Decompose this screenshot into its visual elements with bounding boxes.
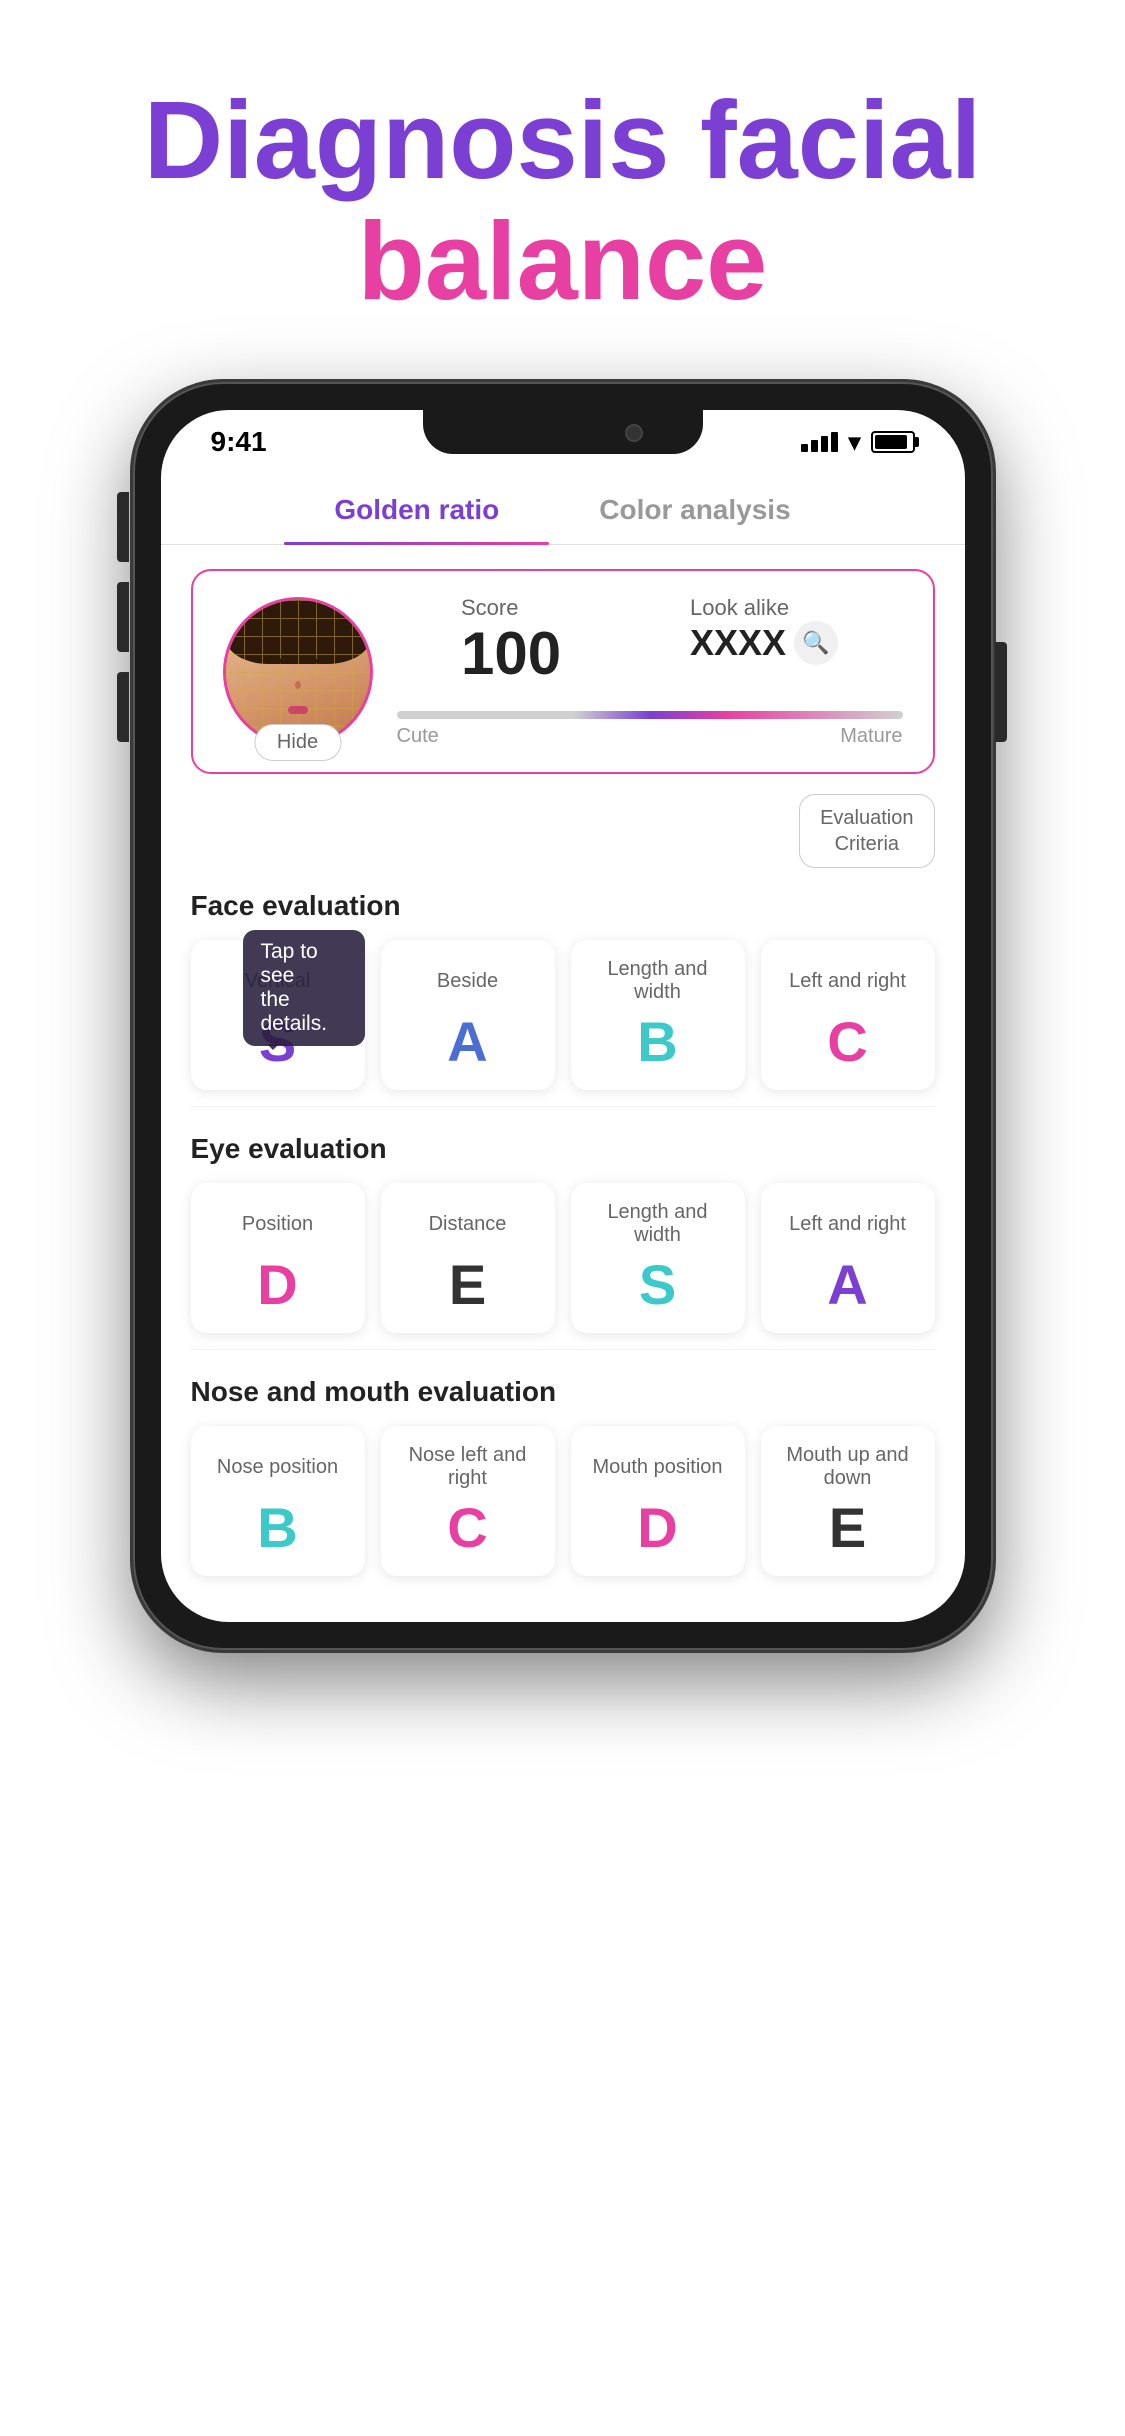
grade-card-eye-distance[interactable]: Distance E xyxy=(381,1183,555,1333)
eye-evaluation-title: Eye evaluation xyxy=(191,1133,935,1165)
grade-card-beside[interactable]: Beside A xyxy=(381,940,555,1090)
grade-card-length-width[interactable]: Length and width B xyxy=(571,940,745,1090)
look-alike-section: Look alike XXXX 🔍 xyxy=(690,595,838,687)
card-label-nose-position: Nose position xyxy=(217,1444,338,1490)
avatar-left-eye xyxy=(278,658,288,664)
face-evaluation-section: Face evaluation Tap to see the details. … xyxy=(161,874,965,1096)
grade-card-nose-left-right[interactable]: Nose left and right C xyxy=(381,1426,555,1576)
grade-card-eye-length-width[interactable]: Length and width S xyxy=(571,1183,745,1333)
mature-label: Mature xyxy=(840,725,902,748)
card-grade-eye-position: D xyxy=(257,1257,297,1313)
battery-icon xyxy=(871,431,915,453)
card-label-eye-length-width: Length and width xyxy=(587,1201,729,1247)
card-label-mouth-up-down: Mouth up and down xyxy=(777,1444,919,1490)
avatar-right-eye xyxy=(308,658,318,664)
avatar-container: Hide xyxy=(223,597,373,747)
search-button[interactable]: 🔍 xyxy=(794,621,838,665)
phone-screen: 9:41 ▾ xyxy=(161,410,965,1622)
card-grade-beside: A xyxy=(447,1014,487,1070)
hide-button[interactable]: Hide xyxy=(254,724,341,761)
title-section: Diagnosis facial balance xyxy=(0,0,1125,382)
card-grade-nose-position: B xyxy=(257,1500,297,1556)
card-grade-eye-length-width: S xyxy=(639,1257,676,1313)
card-grade-eye-distance: E xyxy=(449,1257,486,1313)
divider-1 xyxy=(191,1106,935,1107)
tabs: Golden ratio Color analysis xyxy=(161,468,965,545)
grade-card-mouth-position[interactable]: Mouth position D xyxy=(571,1426,745,1576)
tab-color-analysis[interactable]: Color analysis xyxy=(549,478,840,544)
title-line2: balance xyxy=(358,200,768,323)
title-line1: Diagnosis facial xyxy=(144,79,982,202)
avatar-nose xyxy=(295,681,301,689)
card-label-eye-distance: Distance xyxy=(429,1201,507,1247)
look-alike-row: XXXX 🔍 xyxy=(690,621,838,665)
tab-golden-ratio[interactable]: Golden ratio xyxy=(284,478,549,544)
score-section: Score 100 xyxy=(461,595,561,687)
card-grade-eye-left-right: A xyxy=(827,1257,867,1313)
face-evaluation-title: Face evaluation xyxy=(191,890,935,922)
avatar-lips xyxy=(288,706,308,714)
phone-frame: 9:41 ▾ xyxy=(133,382,993,1650)
look-alike-value: XXXX xyxy=(690,622,786,664)
eye-evaluation-section: Eye evaluation Position D Distance E Len… xyxy=(161,1117,965,1339)
eval-criteria-button[interactable]: Evaluation Criteria xyxy=(799,794,934,868)
grade-card-left-right-face[interactable]: Left and right C xyxy=(761,940,935,1090)
card-label-mouth-position: Mouth position xyxy=(592,1444,722,1490)
cute-label: Cute xyxy=(397,725,439,748)
grade-card-eye-left-right[interactable]: Left and right A xyxy=(761,1183,935,1333)
card-grade-length-width: B xyxy=(637,1014,677,1070)
avatar-face xyxy=(226,600,370,744)
bottom-spacer xyxy=(161,1582,965,1622)
grade-card-vertical[interactable]: Tap to see the details. Vertical S xyxy=(191,940,365,1090)
eye-evaluation-grid: Position D Distance E Length and width S xyxy=(191,1183,935,1333)
face-evaluation-grid: Tap to see the details. Vertical S Besid… xyxy=(191,940,935,1090)
score-value: 100 xyxy=(461,621,561,687)
wifi-icon: ▾ xyxy=(848,428,860,457)
avatar-eyes xyxy=(278,658,318,664)
grade-card-nose-position[interactable]: Nose position B xyxy=(191,1426,365,1576)
card-grade-mouth-position: D xyxy=(637,1500,677,1556)
cute-mature-slider xyxy=(397,711,903,719)
grade-card-eye-position[interactable]: Position D xyxy=(191,1183,365,1333)
tooltip: Tap to see the details. xyxy=(243,930,365,1046)
status-icons: ▾ xyxy=(801,428,914,457)
nose-mouth-evaluation-section: Nose and mouth evaluation Nose position … xyxy=(161,1360,965,1582)
avatar-features xyxy=(254,650,340,722)
slider-labels: Cute Mature xyxy=(397,725,903,748)
nose-mouth-evaluation-grid: Nose position B Nose left and right C Mo… xyxy=(191,1426,935,1576)
search-icon: 🔍 xyxy=(802,630,829,656)
grade-card-mouth-up-down[interactable]: Mouth up and down E xyxy=(761,1426,935,1576)
score-card: Hide Score 100 Look alike XXXX xyxy=(191,569,935,774)
card-label-eye-position: Position xyxy=(242,1201,313,1247)
phone-notch xyxy=(423,410,703,454)
card-label-length-width: Length and width xyxy=(587,958,729,1004)
eval-criteria-section: Evaluation Criteria xyxy=(161,784,965,874)
card-label-eye-left-right: Left and right xyxy=(789,1201,906,1247)
front-camera xyxy=(625,424,643,442)
score-info: Score 100 Look alike XXXX 🔍 xyxy=(397,595,903,748)
score-header: Score 100 Look alike XXXX 🔍 xyxy=(397,595,903,687)
look-alike-label: Look alike xyxy=(690,595,838,621)
card-grade-left-right-face: C xyxy=(827,1014,867,1070)
card-grade-nose-left-right: C xyxy=(447,1500,487,1556)
status-time: 9:41 xyxy=(211,426,267,458)
card-label-left-right-face: Left and right xyxy=(789,958,906,1004)
card-grade-mouth-up-down: E xyxy=(829,1500,866,1556)
signal-icon xyxy=(801,432,838,452)
card-label-beside: Beside xyxy=(437,958,498,1004)
card-label-nose-left-right: Nose left and right xyxy=(397,1444,539,1490)
nose-mouth-evaluation-title: Nose and mouth evaluation xyxy=(191,1376,935,1408)
phone-wrapper: 9:41 ▾ xyxy=(133,382,993,1650)
score-label: Score xyxy=(461,595,561,621)
divider-2 xyxy=(191,1349,935,1350)
